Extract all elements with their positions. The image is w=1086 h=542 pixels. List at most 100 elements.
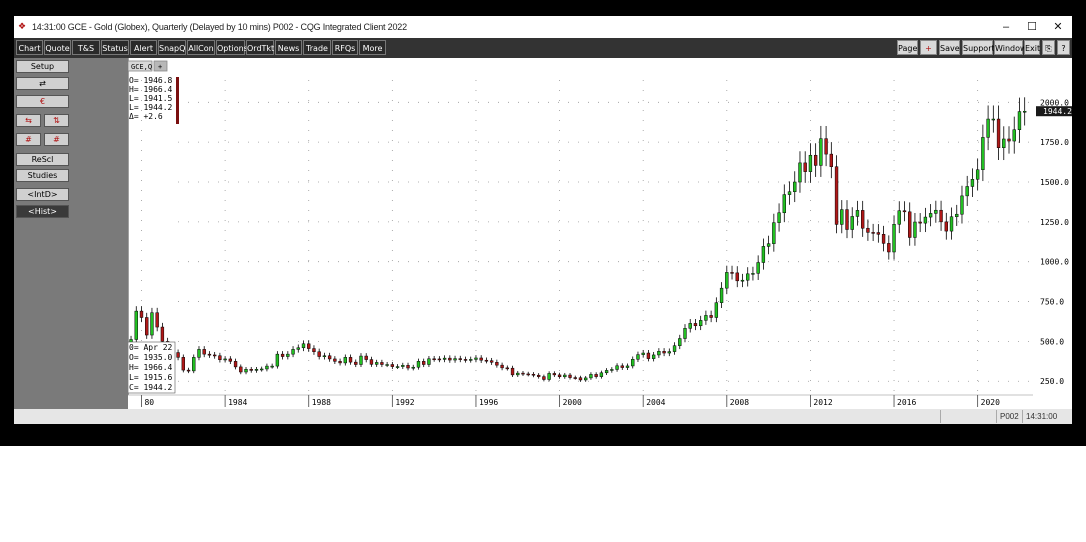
candle-down <box>824 138 828 155</box>
save-button[interactable]: Save <box>939 40 960 55</box>
candle-up <box>1023 110 1027 113</box>
help-button[interactable]: ? <box>1057 40 1070 55</box>
candle-up <box>892 223 896 253</box>
allcon-button[interactable]: AllCon <box>187 40 215 55</box>
candle-up <box>589 374 593 379</box>
chart-button[interactable]: Chart <box>16 40 43 55</box>
candle-up <box>991 118 996 121</box>
exit-button[interactable]: Exit <box>1024 40 1040 55</box>
maximize-button[interactable]: ☐ <box>1022 19 1042 35</box>
candle-up <box>1002 138 1006 148</box>
grid-left-icon[interactable]: # <box>16 133 41 146</box>
minimize-button[interactable]: – <box>996 19 1016 35</box>
chart-area[interactable]: GCE,Q + O= 1946.8 H= 1966.4 L= 1941.5 L=… <box>127 58 1072 409</box>
trade-button[interactable]: Trade <box>303 40 331 55</box>
grid-lines <box>141 80 1032 394</box>
rfqs-button[interactable]: RFQs <box>332 40 358 55</box>
candle-up <box>678 338 682 346</box>
candle-up <box>808 154 813 172</box>
candle-down <box>693 323 698 327</box>
alert-button[interactable]: Alert <box>130 40 157 55</box>
quote-high: H= 1966.4 <box>129 85 173 94</box>
status-blank-cell <box>940 410 969 423</box>
candle-up <box>197 349 201 358</box>
intraday-button[interactable]: <IntD> <box>16 188 69 201</box>
cursor-info-box: 0= Apr 22 O= 1935.0 H= 1966.4 L= 1915.6 … <box>127 341 176 394</box>
y-tick-label: 1000.0 <box>1040 258 1069 267</box>
candle-up <box>411 366 415 369</box>
chart-type-icon[interactable]: ⇄ <box>16 77 69 90</box>
candle-down <box>218 355 222 360</box>
candle-down <box>876 232 881 235</box>
candle-up <box>427 358 431 365</box>
ordtkt-button[interactable]: OrdTkt <box>246 40 274 55</box>
cqg-logo-icon: ❖ <box>18 21 27 31</box>
x-tick-label: 2016 <box>897 398 916 407</box>
last-price-label: 1944.2 <box>1043 107 1072 116</box>
candle-up <box>740 279 745 282</box>
support-button[interactable]: Support <box>962 40 995 55</box>
quote-mini-bar <box>176 77 179 124</box>
currency-icon[interactable]: € <box>16 95 69 108</box>
candle-down <box>406 365 410 369</box>
candle-down <box>354 361 358 365</box>
candle-up <box>395 366 400 368</box>
candle-up <box>442 357 447 360</box>
status-page: P002 <box>996 410 1022 423</box>
candle-up <box>604 370 609 374</box>
app-window-frame: ❖ 14:31:00 GCE - Gold (Globex), Quarterl… <box>0 0 1086 446</box>
candle-down <box>813 154 818 166</box>
candle-down <box>463 359 468 361</box>
studies-button[interactable]: Studies <box>16 169 69 182</box>
candle-up <box>672 345 677 352</box>
news-button[interactable]: News <box>275 40 302 55</box>
candle-down <box>327 355 332 360</box>
cursor-date: 0= Apr 22 <box>129 343 173 352</box>
candle-down <box>803 162 807 172</box>
candle-down <box>181 357 185 371</box>
historical-button[interactable]: <Hist> <box>16 205 69 218</box>
quote-low: L= 1941.5 <box>129 94 173 103</box>
candle-up <box>563 374 567 378</box>
candle-down <box>578 377 583 381</box>
candle-up <box>819 138 823 166</box>
candle-down <box>145 317 149 336</box>
scroll-vertical-icon[interactable]: ⇅ <box>44 114 69 127</box>
candle-up <box>469 359 473 361</box>
y-tick-label: 1750.0 <box>1040 138 1069 147</box>
options-button[interactable]: Options <box>216 40 248 55</box>
candle-down <box>155 312 159 328</box>
candle-up <box>667 351 671 354</box>
candle-up <box>275 353 280 367</box>
x-tick-label: 2004 <box>646 398 665 407</box>
snapq-button[interactable]: SnapQ <box>158 40 186 55</box>
candle-up <box>965 186 969 197</box>
page-button[interactable]: Page <box>897 40 918 55</box>
candle-up <box>584 377 588 381</box>
setup-button[interactable]: Setup <box>16 60 69 73</box>
candle-down <box>333 358 337 362</box>
candle-down <box>495 362 499 366</box>
candle-up <box>453 358 457 361</box>
add-page-button[interactable]: + <box>920 40 937 55</box>
candle-up <box>777 212 781 223</box>
candle-up <box>631 359 635 367</box>
scroll-left-icon[interactable]: ⇆ <box>16 114 41 127</box>
candle-down <box>479 357 483 361</box>
time-and-sales-button[interactable]: T&S <box>72 40 100 55</box>
grid-right-icon[interactable]: # <box>44 133 69 146</box>
candle-up <box>719 287 724 303</box>
price-chart[interactable]: GCE,Q + O= 1946.8 H= 1966.4 L= 1941.5 L=… <box>127 58 1072 409</box>
more-button[interactable]: More <box>359 40 386 55</box>
close-button[interactable]: ✕ <box>1048 19 1068 35</box>
status-button[interactable]: Status <box>101 40 129 55</box>
copy-icon[interactable]: ⎘ <box>1042 40 1055 55</box>
rescale-button[interactable]: ReScl <box>16 153 69 166</box>
candle-down <box>139 310 144 318</box>
symbol-tab[interactable]: GCE,Q + <box>127 60 168 72</box>
quote-button[interactable]: Quote <box>44 40 71 55</box>
candle-down <box>432 358 436 361</box>
candle-down <box>526 373 530 376</box>
window-button[interactable]: Window <box>994 40 1027 55</box>
candle-up <box>657 351 661 356</box>
